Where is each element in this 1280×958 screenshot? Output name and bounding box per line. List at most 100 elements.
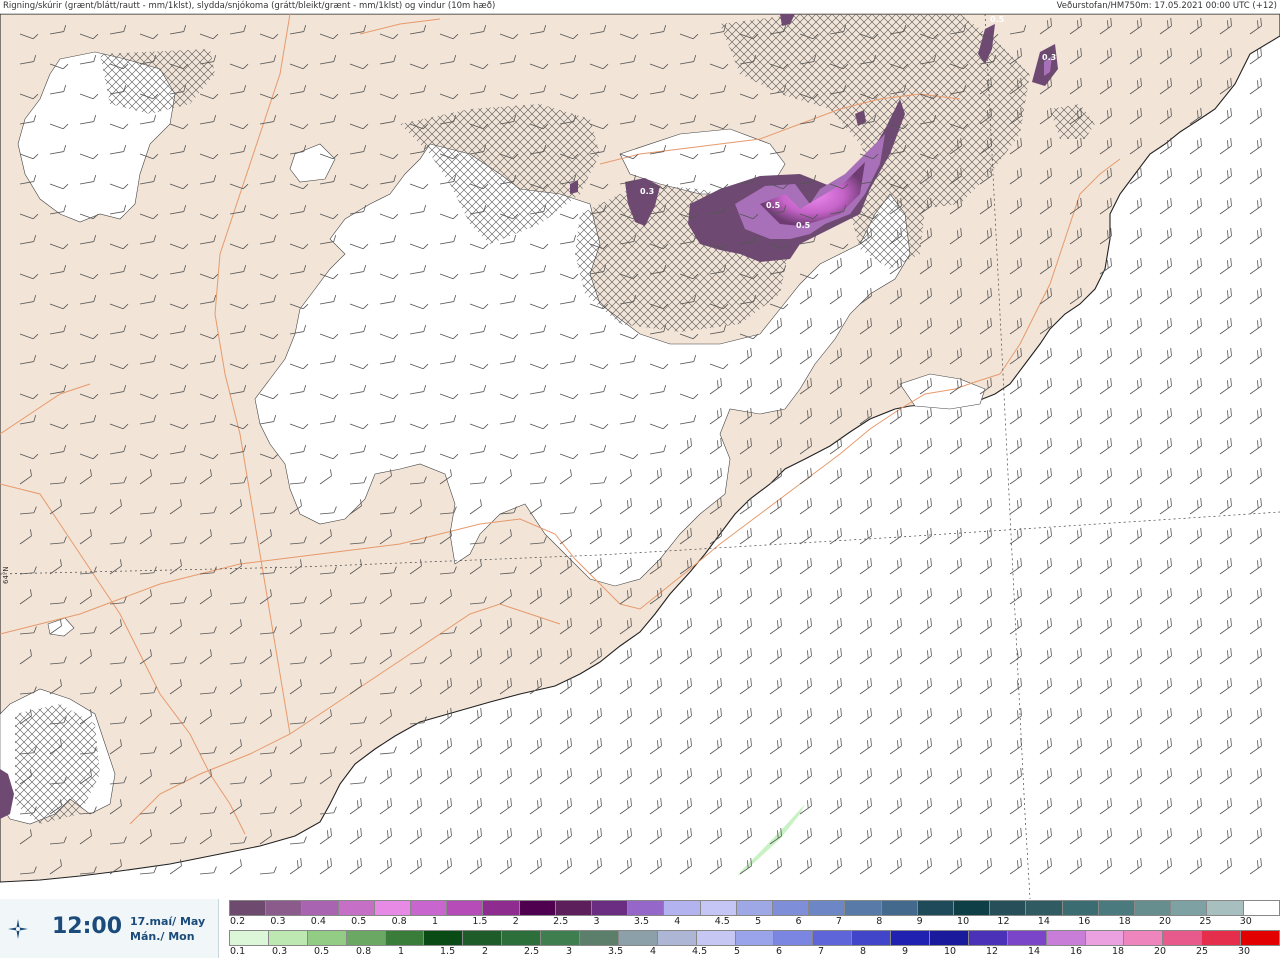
precip-label: 0.5: [766, 201, 781, 210]
snow-scale-swatch: [518, 900, 556, 916]
map-footer: 12:00 17.maí/ May Mán./ Mon 0.2 0.3 0.4 0.5…: [0, 899, 1280, 958]
snow-scale-label: 1: [431, 916, 438, 927]
snow-scale-swatch: [699, 900, 737, 916]
snow-scale-swatch: [880, 900, 918, 916]
snow-scale-swatch: [591, 900, 629, 916]
snow-scale-swatch: [1170, 900, 1208, 916]
rain-scale-label: 1: [398, 946, 405, 957]
rain-scale-label: 18: [1112, 946, 1125, 957]
map-canvas: 64°N 0.3 0.5 0.5 0.5 0.3: [0, 13, 1280, 900]
snow-scale-label: 3: [593, 916, 600, 927]
rain-scale-label: 6: [776, 946, 783, 957]
rain-scale-swatch: [656, 930, 697, 946]
rain-scale-swatch: [773, 930, 814, 946]
map-header: Rigning/skúrir (grænt/blátt/rautt - mm/1…: [0, 0, 1280, 14]
snow-scale-swatch: [446, 900, 484, 916]
rain-scale-label: 10: [944, 946, 957, 957]
rain-scale-swatch: [890, 930, 931, 946]
rain-scale-swatch: [540, 930, 581, 946]
snow-scale-swatch: [735, 900, 774, 916]
snow-scale-swatch: [953, 900, 991, 916]
rain-scale-swatch: [306, 930, 347, 946]
rain-scale-swatch: [1162, 930, 1203, 946]
rain-scale-swatch: [617, 930, 658, 946]
snow-scale-label: 18: [1118, 916, 1131, 927]
rain-scale-label: 0.1: [230, 946, 246, 957]
rain-scale-swatch: [384, 930, 425, 946]
rain-scale-swatch: [734, 930, 775, 946]
rain-scale-label: 16: [1070, 946, 1083, 957]
snow-scale-label: 30: [1239, 916, 1252, 927]
snow-scale-label: 8: [876, 916, 883, 927]
snow-scale-swatch: [1206, 900, 1244, 916]
precip-label: 0.5: [990, 15, 1005, 24]
rain-scale-label: 5: [734, 946, 741, 957]
rain-scale-swatch: [1084, 930, 1125, 946]
rain-scale-label: 0.3: [272, 946, 288, 957]
rain-scale-label: 3: [566, 946, 573, 957]
snow-scale-label: 10: [957, 916, 970, 927]
snow-scale-label: 4: [674, 916, 681, 927]
rain-scale-swatch: [579, 930, 619, 946]
rain-scale-swatch: [1006, 930, 1047, 946]
precip-label: 0.5: [796, 221, 811, 230]
rain-scale-label: 30: [1238, 946, 1251, 957]
snow-scale-swatch: [410, 900, 448, 916]
model-run-info: Veðurstofan/HM750m: 17.05.2021 00:00 UTC…: [1056, 1, 1277, 11]
rain-scale-label: 4.5: [692, 946, 708, 957]
rain-scale-label: 4: [650, 946, 657, 957]
rain-scale-swatch: [1123, 930, 1164, 946]
rain-scale-swatch: [501, 930, 542, 946]
snow-scale-label: 3.5: [633, 916, 650, 927]
rain-scale-swatch: [462, 930, 503, 946]
snow-color-scale: [229, 900, 1280, 916]
rain-scale-swatch: [345, 930, 386, 946]
snow-scale-swatch: [663, 900, 701, 916]
snow-scale-label: 12: [997, 916, 1010, 927]
rain-scale-label: 1.5: [440, 946, 456, 957]
rain-scale-swatch: [929, 930, 969, 946]
snow-scale-swatch: [627, 900, 665, 916]
forecast-time-box: 12:00 17.maí/ May Mán./ Mon: [0, 899, 219, 958]
rain-scale-label: 7: [818, 946, 825, 957]
forecast-time: 12:00: [52, 914, 123, 939]
rain-scale-label: 8: [860, 946, 867, 957]
weather-map[interactable]: 64°N 0.3 0.5 0.5 0.5 0.3: [0, 13, 1280, 900]
snow-scale-swatch: [1242, 900, 1280, 916]
snow-scale-labels: 0.2 0.3 0.4 0.5 0.8 1 1.5 2 2.5 3 3.5 4 4.5 5 6 7 8 9 10 12…: [229, 916, 1279, 928]
legend-description: Rigning/skúrir (grænt/blátt/rautt - mm/1…: [3, 1, 496, 11]
snow-scale-swatch: [1134, 900, 1172, 916]
snow-scale-label: 2: [512, 916, 519, 927]
snow-scale-swatch: [1061, 900, 1099, 916]
snow-scale-label: 9: [916, 916, 923, 927]
rain-scale-swatch: [967, 930, 1008, 946]
snow-scale-swatch: [554, 900, 593, 916]
snow-scale-swatch: [1025, 900, 1063, 916]
snow-scale-label: 0.4: [310, 916, 326, 927]
precip-label: 0.3: [640, 187, 654, 196]
rain-scale-swatch: [423, 930, 464, 946]
snow-scale-label: 14: [1037, 916, 1050, 927]
snow-scale-swatch: [301, 900, 339, 916]
rain-scale-swatch: [1045, 930, 1086, 946]
snow-scale-swatch: [916, 900, 955, 916]
snow-scale-label: 1.5: [472, 916, 488, 927]
rain-scale-swatch: [851, 930, 892, 946]
snow-scale-swatch: [844, 900, 882, 916]
snow-scale-label: 5: [755, 916, 762, 927]
forecast-day: Mán./ Mon: [130, 930, 195, 943]
snow-scale-label: 0.8: [391, 916, 407, 927]
rain-scale-swatch: [229, 930, 269, 946]
snow-scale-label: 0.3: [270, 916, 286, 927]
rain-scale-label: 2: [482, 946, 489, 957]
rain-scale-labels: 0.1 0.3 0.5 0.8 1 1.5 2 2.5 3 3.5 4 4.5 5 6 7 8 9 10 12 14 1…: [229, 946, 1279, 958]
snow-scale-swatch: [337, 900, 375, 916]
forecast-date: 17.maí/ May: [130, 915, 206, 928]
snow-scale-label: 0.2: [230, 916, 246, 927]
rain-scale-label: 9: [902, 946, 909, 957]
snow-scale-label: 7: [835, 916, 842, 927]
snow-scale-swatch: [1097, 900, 1136, 916]
rain-scale-swatch: [812, 930, 853, 946]
wind-compass-icon: [8, 919, 28, 939]
snow-scale-swatch: [482, 900, 520, 916]
